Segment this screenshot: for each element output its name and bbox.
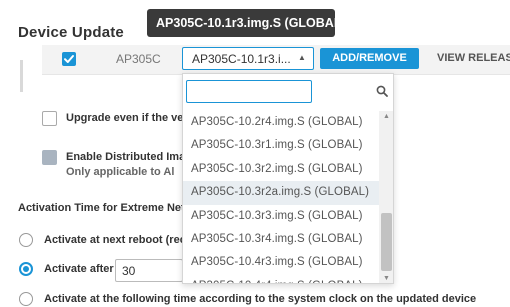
activate-after-value: 30	[122, 264, 136, 278]
radio-next-reboot[interactable]	[19, 233, 33, 247]
activate-after-input[interactable]: 30	[115, 259, 183, 282]
upgrade-even-checkbox[interactable]	[42, 111, 57, 126]
dropdown-option[interactable]: AP305C-10.3r4.img.S (GLOBAL)	[183, 228, 379, 251]
radio-activate-after[interactable]	[19, 262, 33, 276]
dropdown-option-highlighted[interactable]: AP305C-10.3r2a.img.S (GLOBAL)	[183, 181, 379, 205]
left-rail	[20, 60, 23, 92]
following-time-label: Activate at the following time according…	[44, 293, 477, 305]
device-row-checkbox[interactable]	[62, 52, 76, 66]
search-icon	[376, 85, 388, 97]
dropdown-option[interactable]: AP305C-10.3r3.img.S (GLOBAL)	[183, 205, 379, 228]
dropdown-option[interactable]: AP305C-10.3r2.img.S (GLOBAL)	[183, 158, 379, 181]
distributed-image-label: Enable Distributed Imag	[66, 151, 192, 163]
device-model: AP305C	[116, 52, 161, 66]
scroll-down-icon[interactable]: ▼	[383, 275, 390, 282]
tooltip: AP305C-10.1r3.img.S (GLOBAL)	[147, 9, 346, 37]
view-release-link[interactable]: VIEW RELEAS	[437, 52, 510, 64]
upgrade-even-label: Upgrade even if the ver	[66, 112, 188, 124]
dropdown-scrollbar[interactable]: ▲ ▼	[379, 111, 393, 283]
dropdown-option[interactable]: AP305C-10.3r1.img.S (GLOBAL)	[183, 134, 379, 157]
version-select-value: AP305C-10.1r3.i...	[192, 52, 291, 66]
distributed-image-checkbox[interactable]	[42, 150, 57, 165]
scrollbar-thumb[interactable]	[381, 213, 392, 271]
scroll-up-icon[interactable]: ▲	[383, 113, 390, 120]
version-select[interactable]: AP305C-10.1r3.i... ▲	[182, 47, 314, 70]
dropdown-list: AP305C-10.2r4.img.S (GLOBAL) AP305C-10.3…	[183, 111, 379, 283]
distributed-image-note: Only applicable to Al	[66, 166, 175, 178]
add-remove-button[interactable]: ADD/REMOVE	[320, 48, 419, 69]
page-title: Device Update	[18, 24, 124, 41]
activate-after-label: Activate after	[44, 263, 114, 275]
activation-section-label: Activation Time for Extreme Netw	[18, 202, 194, 214]
dropdown-option[interactable]: AP305C-10.4r3.img.S (GLOBAL)	[183, 251, 379, 274]
dropdown-option[interactable]: AP305C-10.2r4.img.S (GLOBAL)	[183, 111, 379, 134]
version-dropdown: AP305C-10.2r4.img.S (GLOBAL) AP305C-10.3…	[182, 73, 394, 284]
dropdown-search-input[interactable]	[186, 80, 312, 103]
dropdown-option[interactable]: AP305C-10.4r4.img.S (GLOBAL)	[183, 275, 379, 283]
radio-following-time[interactable]	[19, 292, 33, 306]
next-reboot-label: Activate at next reboot (rec	[44, 234, 186, 246]
caret-up-icon: ▲	[298, 53, 306, 62]
checkmark-icon	[64, 55, 74, 63]
